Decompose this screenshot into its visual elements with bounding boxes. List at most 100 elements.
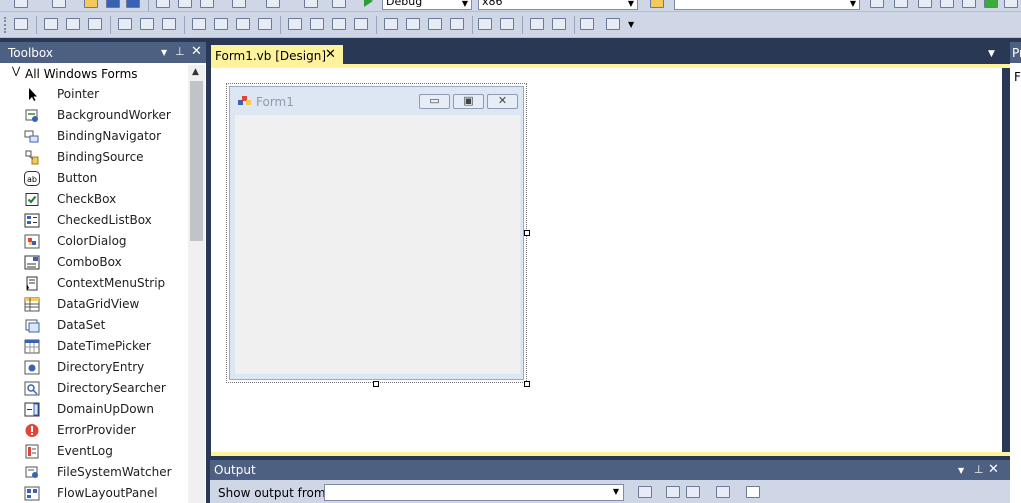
find-message-icon[interactable] xyxy=(638,486,652,498)
solution-configuration-combo[interactable]: Debug ▼ xyxy=(382,0,472,10)
toolbox-item[interactable]: DataGridView xyxy=(8,294,188,315)
minimize-button[interactable]: ▭ xyxy=(419,94,450,109)
toggle-word-wrap-icon[interactable] xyxy=(746,486,760,498)
contextmenustrip-icon xyxy=(26,276,38,291)
toolbox-item[interactable]: CheckBox xyxy=(8,189,188,210)
window-position-dropdown-icon[interactable]: ▼ xyxy=(161,48,167,57)
remove-vertical-spacing-icon[interactable] xyxy=(450,18,464,30)
new-project-icon[interactable] xyxy=(14,0,28,8)
toolbox-item[interactable]: FileSystemWatcher xyxy=(8,462,188,483)
close-icon[interactable]: ✕ xyxy=(988,462,999,477)
increase-vertical-spacing-icon[interactable] xyxy=(406,18,420,30)
auto-hide-pin-icon[interactable]: ⊥ xyxy=(974,463,984,476)
tab-order-icon[interactable] xyxy=(580,18,594,30)
resize-handle-right[interactable] xyxy=(524,230,530,236)
send-to-back-icon[interactable] xyxy=(552,18,566,30)
toolbox-item[interactable]: ColorDialog xyxy=(8,231,188,252)
make-same-size-icon[interactable] xyxy=(258,18,272,30)
toolbox-item[interactable]: ErrorProvider xyxy=(8,420,188,441)
toolbox-item[interactable]: FlowLayoutPanel xyxy=(8,483,188,503)
maximize-button[interactable]: ▣ xyxy=(453,94,484,109)
decrease-vertical-spacing-icon[interactable] xyxy=(428,18,442,30)
toolbox-item[interactable]: ab Button xyxy=(8,168,188,189)
resize-handle-bottom[interactable] xyxy=(373,381,379,387)
toolbox-window-icon[interactable] xyxy=(940,0,954,8)
scroll-up-icon[interactable]: ▲ xyxy=(192,67,199,77)
align-lefts-icon[interactable] xyxy=(44,18,58,30)
toolbox-item[interactable]: DomainUpDown xyxy=(8,399,188,420)
center-horizontally-icon[interactable] xyxy=(478,18,492,30)
checkmark-icon[interactable] xyxy=(984,0,998,8)
add-item-icon[interactable] xyxy=(52,0,66,8)
make-same-width-icon[interactable] xyxy=(192,18,206,30)
save-icon[interactable] xyxy=(106,0,120,8)
align-middles-icon[interactable] xyxy=(140,18,154,30)
window-position-dropdown-icon[interactable]: ▼ xyxy=(958,466,964,475)
auto-hide-pin-icon[interactable]: ⊥ xyxy=(175,45,185,58)
object-browser-icon[interactable] xyxy=(918,0,932,8)
increase-horizontal-spacing-icon[interactable] xyxy=(310,18,324,30)
find-in-files-icon[interactable] xyxy=(650,0,664,8)
find-combo[interactable]: ▼ xyxy=(674,0,860,10)
toolbox-item[interactable]: BindingSource xyxy=(8,147,188,168)
remove-horizontal-spacing-icon[interactable] xyxy=(354,18,368,30)
close-icon[interactable]: ✕ xyxy=(191,44,202,59)
toolbox-item[interactable]: ComboBox xyxy=(8,252,188,273)
align-centers-icon[interactable] xyxy=(66,18,80,30)
align-to-grid-icon[interactable] xyxy=(14,18,28,30)
toolbox-item[interactable]: Pointer xyxy=(8,84,188,105)
solution-platform-combo[interactable]: x86 ▼ xyxy=(478,0,638,10)
toolbox-item[interactable]: ContextMenuStrip xyxy=(8,273,188,294)
resize-handle-bottom-right[interactable] xyxy=(524,381,530,387)
lock-controls-icon[interactable] xyxy=(606,18,620,30)
save-all-icon[interactable] xyxy=(126,0,140,8)
close-tab-icon[interactable]: ✕ xyxy=(325,47,336,62)
horizontal-spacing-equal-icon[interactable] xyxy=(288,18,302,30)
navigate-forward-icon[interactable] xyxy=(332,0,346,8)
align-tops-icon[interactable] xyxy=(118,18,132,30)
navigate-backward-icon[interactable] xyxy=(304,0,318,8)
toolbox-scrollbar[interactable]: ▲ xyxy=(188,65,205,503)
toolbar-overflow-icon[interactable]: ▼ xyxy=(628,20,634,29)
previous-message-icon[interactable] xyxy=(666,486,680,498)
toolbox-item[interactable]: BindingNavigator xyxy=(8,126,188,147)
bring-to-front-icon[interactable] xyxy=(530,18,544,30)
tools-icon[interactable] xyxy=(962,0,976,8)
form-designer-surface[interactable]: Form1 ▭ ▣ ✕ xyxy=(211,68,1002,453)
vertical-spacing-equal-icon[interactable] xyxy=(384,18,398,30)
toolbox-item[interactable]: DirectorySearcher xyxy=(8,378,188,399)
toolbox-item[interactable]: BackgroundWorker xyxy=(8,105,188,126)
active-files-dropdown-icon[interactable]: ▼ xyxy=(988,49,995,59)
cut-icon[interactable] xyxy=(156,0,170,8)
scrollbar-thumb[interactable] xyxy=(190,81,203,241)
next-message-icon[interactable] xyxy=(686,486,700,498)
form-window[interactable]: Form1 ▭ ▣ ✕ xyxy=(229,86,524,380)
start-debugging-icon[interactable] xyxy=(364,0,373,7)
center-vertically-icon[interactable] xyxy=(500,18,514,30)
toolbox-item[interactable]: DirectoryEntry xyxy=(8,357,188,378)
redo-icon[interactable] xyxy=(266,0,280,8)
size-to-grid-icon[interactable] xyxy=(214,18,228,30)
align-rights-icon[interactable] xyxy=(88,18,102,30)
toolbar-grip[interactable] xyxy=(4,17,7,33)
extension-icon[interactable] xyxy=(1004,0,1018,8)
make-same-height-icon[interactable] xyxy=(236,18,250,30)
tab-form1-design[interactable]: Form1.vb [Design] ✕ xyxy=(211,45,343,66)
toolbox-item[interactable]: EventLog xyxy=(8,441,188,462)
paste-icon[interactable] xyxy=(200,0,214,8)
properties-window-icon[interactable] xyxy=(894,0,908,8)
align-bottoms-icon[interactable] xyxy=(162,18,176,30)
output-source-combo[interactable]: ▼ xyxy=(324,484,624,501)
decrease-horizontal-spacing-icon[interactable] xyxy=(332,18,346,30)
form-client-area[interactable] xyxy=(235,115,520,374)
undo-icon[interactable] xyxy=(232,0,246,8)
copy-icon[interactable] xyxy=(178,0,192,8)
solution-explorer-icon[interactable] xyxy=(870,0,884,8)
toolbox-item[interactable]: DataSet xyxy=(8,315,188,336)
toolbox-item[interactable]: DateTimePicker xyxy=(8,336,188,357)
toolbox-group-header[interactable]: ⋁ All Windows Forms xyxy=(8,65,186,83)
open-file-icon[interactable] xyxy=(84,0,98,8)
toolbox-item[interactable]: CheckedListBox xyxy=(8,210,188,231)
clear-all-icon[interactable] xyxy=(716,486,730,498)
close-button[interactable]: ✕ xyxy=(487,94,518,109)
